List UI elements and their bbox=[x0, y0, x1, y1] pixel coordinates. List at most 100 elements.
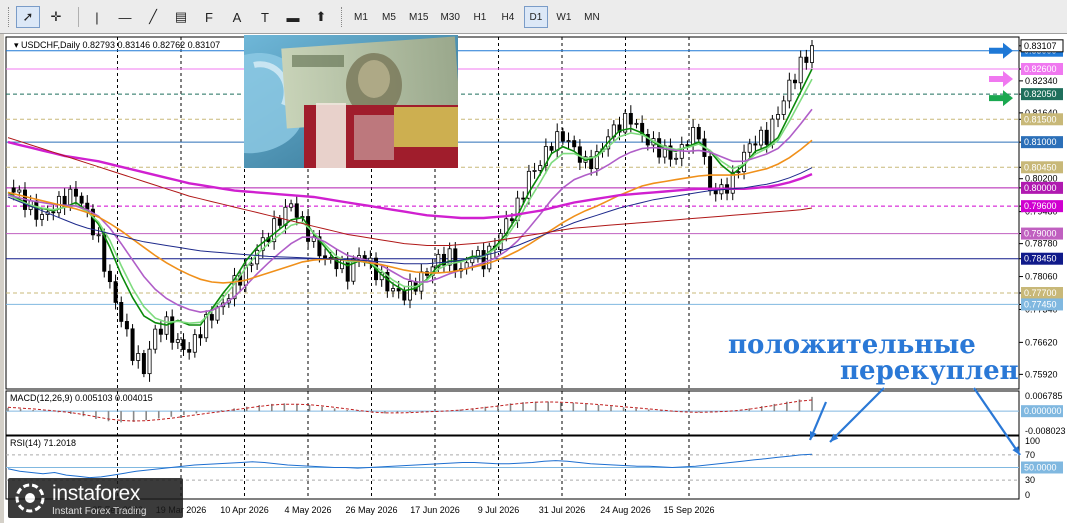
timeframe-h1[interactable]: H1 bbox=[468, 6, 492, 28]
y-tick-label: 0.76620 bbox=[1025, 337, 1058, 347]
candle-body bbox=[402, 290, 407, 301]
candle-body bbox=[793, 79, 798, 84]
price-tag-label: 0.80450 bbox=[1024, 162, 1057, 172]
candle-body bbox=[560, 131, 565, 142]
candle-body bbox=[804, 56, 809, 63]
chart-title: ▾ USDCHF,Daily 0.82793 0.83146 0.82762 0… bbox=[14, 40, 220, 50]
rsi-y-label: 50.0000 bbox=[1024, 463, 1057, 473]
candle-body bbox=[73, 188, 78, 197]
chart-area[interactable]: 25 Feb 202619 Mar 202610 Apr 20264 May 2… bbox=[4, 34, 1067, 523]
candle-body bbox=[509, 218, 514, 222]
candle-body bbox=[158, 328, 163, 335]
label-tool[interactable]: T bbox=[253, 6, 277, 28]
timeframe-w1[interactable]: W1 bbox=[552, 6, 576, 28]
rsi-label: RSI(14) 71.2018 bbox=[10, 438, 76, 448]
candle-body bbox=[277, 218, 282, 226]
banknotes-image bbox=[244, 35, 458, 168]
arrows-tool[interactable]: ⬆ bbox=[309, 6, 333, 28]
price-tag-label: 0.78450 bbox=[1024, 254, 1057, 264]
timeframe-mn[interactable]: MN bbox=[580, 6, 604, 28]
candle-body bbox=[107, 270, 112, 283]
candle-body bbox=[538, 165, 543, 171]
candle-body bbox=[572, 140, 577, 148]
toolbar-grip-2[interactable] bbox=[341, 7, 345, 27]
candle-body bbox=[11, 187, 16, 193]
candle-body bbox=[453, 248, 458, 272]
logo-tagline: Instant Forex Trading bbox=[52, 506, 147, 517]
logo-mark-icon bbox=[15, 483, 45, 513]
tool-buttons: ➚ ✛ | — ╱ ▤ F A T ▬ ⬆ bbox=[16, 6, 337, 28]
crosshair-tool[interactable]: ✛ bbox=[44, 6, 68, 28]
candle-body bbox=[747, 143, 752, 153]
timeframe-d1[interactable]: D1 bbox=[523, 6, 548, 28]
candle-body bbox=[566, 140, 571, 143]
instaforex-logo: instaforex Instant Forex Trading bbox=[8, 478, 183, 518]
channel-tool[interactable]: ▤ bbox=[169, 6, 193, 28]
candle-body bbox=[753, 143, 758, 146]
fibonacci-tool[interactable]: F bbox=[197, 6, 221, 28]
candle-body bbox=[634, 122, 639, 125]
drawing-tools: ➚ ✛ | — ╱ ▤ F A T ▬ ⬆ M1 M5 M15 M30 H1 H4 D1 W1 MN bbox=[4, 5, 608, 29]
toolbar-grip[interactable] bbox=[8, 7, 12, 27]
timeframe-m5[interactable]: M5 bbox=[377, 6, 401, 28]
rsi-y-label: 100 bbox=[1025, 436, 1040, 446]
candle-body bbox=[147, 348, 152, 375]
candle-body bbox=[181, 339, 186, 350]
candle-body bbox=[170, 316, 175, 343]
candle-body bbox=[187, 349, 192, 353]
candle-body bbox=[192, 334, 197, 353]
x-tick-label: 4 May 2026 bbox=[284, 505, 331, 515]
candle-body bbox=[810, 45, 815, 63]
candle-body bbox=[34, 200, 39, 220]
price-tag-label: 0.77700 bbox=[1024, 288, 1057, 298]
candle-body bbox=[294, 203, 299, 218]
price-tag-label: 0.81500 bbox=[1024, 114, 1057, 124]
timeframe-m1[interactable]: M1 bbox=[349, 6, 373, 28]
candle-body bbox=[781, 100, 786, 115]
last-price-label: 0.83107 bbox=[1024, 41, 1057, 51]
toolbar: ➚ ✛ | — ╱ ▤ F A T ▬ ⬆ M1 M5 M15 M30 H1 H4 D1 W1 MN bbox=[0, 0, 1067, 34]
rsi-y-label: 30 bbox=[1025, 475, 1035, 485]
vertical-line-tool[interactable]: | bbox=[85, 6, 109, 28]
price-tag-label: 0.77450 bbox=[1024, 299, 1057, 309]
cursor-tool[interactable]: ➚ bbox=[16, 6, 40, 28]
candle-body bbox=[713, 190, 718, 195]
rectangle-tool[interactable]: ▬ bbox=[281, 6, 305, 28]
price-tag-label: 0.80000 bbox=[1024, 183, 1057, 193]
candle-body bbox=[521, 197, 526, 200]
candle-body bbox=[555, 131, 560, 151]
candle-body bbox=[407, 281, 412, 301]
x-tick-label: 24 Aug 2026 bbox=[600, 505, 651, 515]
timeframe-m30[interactable]: M30 bbox=[436, 6, 463, 28]
candle-body bbox=[674, 157, 679, 160]
timeframe-buttons: M1 M5 M15 M30 H1 H4 D1 W1 MN bbox=[349, 6, 608, 28]
candle-body bbox=[39, 214, 44, 220]
horizontal-line-tool[interactable]: — bbox=[113, 6, 137, 28]
candle-body bbox=[696, 127, 701, 140]
toolbar-separator bbox=[78, 7, 79, 27]
trendline-tool[interactable]: ╱ bbox=[141, 6, 165, 28]
candle-body bbox=[113, 281, 118, 303]
candle-body bbox=[549, 146, 554, 151]
candle-body bbox=[96, 234, 101, 237]
timeframe-m15[interactable]: M15 bbox=[405, 6, 432, 28]
y-tick-label: 0.78780 bbox=[1025, 239, 1058, 249]
y-tick-label: 0.78060 bbox=[1025, 272, 1058, 282]
candle-body bbox=[481, 250, 486, 270]
candle-body bbox=[51, 211, 56, 214]
candle-body bbox=[17, 189, 22, 193]
candle-body bbox=[289, 203, 294, 208]
candle-body bbox=[736, 171, 741, 174]
candle-body bbox=[85, 202, 90, 210]
candle-body bbox=[198, 334, 203, 339]
candle-body bbox=[79, 195, 84, 204]
timeframe-h4[interactable]: H4 bbox=[496, 6, 520, 28]
price-tag-label: 0.82600 bbox=[1024, 64, 1057, 74]
candle-body bbox=[102, 234, 107, 272]
y-tick-label: 0.82340 bbox=[1025, 76, 1058, 86]
candle-body bbox=[391, 288, 396, 292]
text-tool[interactable]: A bbox=[225, 6, 249, 28]
candle-body bbox=[708, 156, 713, 192]
candle-body bbox=[141, 353, 146, 375]
candle-body bbox=[691, 127, 696, 146]
